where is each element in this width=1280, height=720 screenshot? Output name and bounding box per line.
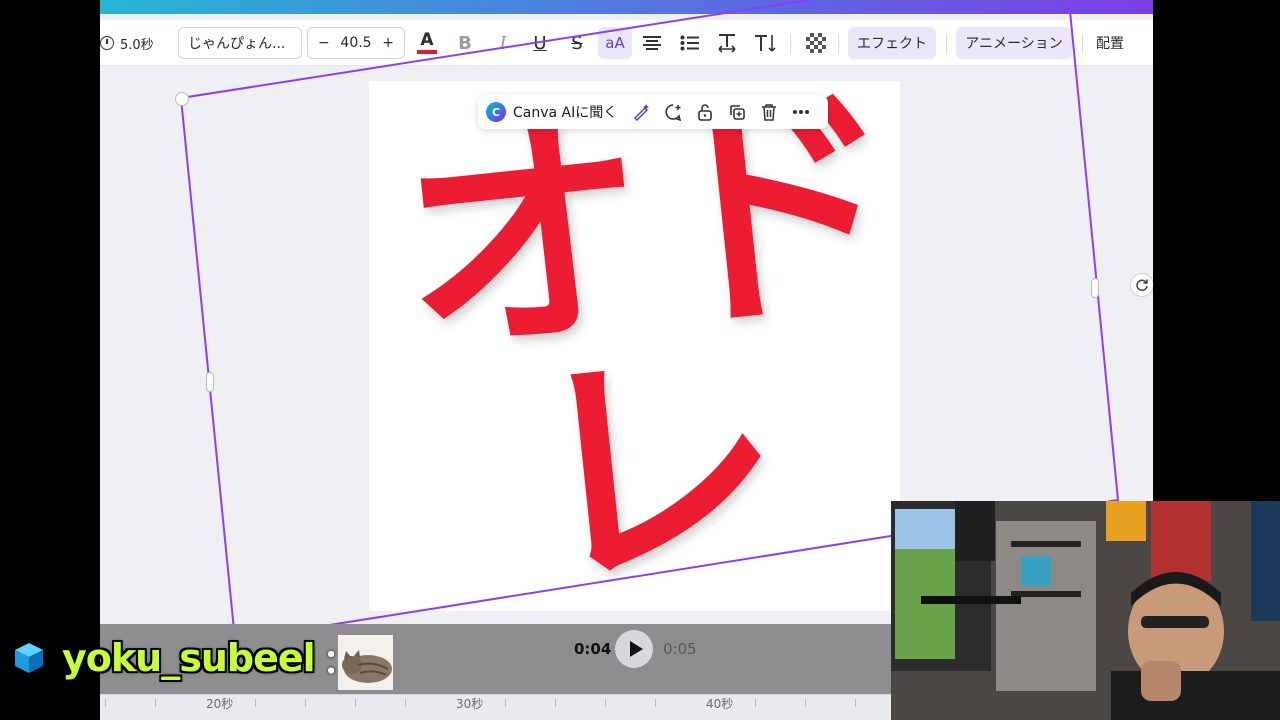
cube-icon [15, 643, 43, 673]
more-options-button[interactable] [785, 96, 817, 128]
comment-add-icon [665, 104, 682, 121]
ruler-tick [305, 699, 306, 707]
canva-ai-icon: C [486, 102, 506, 122]
rotate-icon [1136, 279, 1148, 292]
ruler-tick [505, 699, 506, 707]
chat-username: yoku_subeel [62, 636, 316, 680]
selection-side-handle[interactable] [206, 372, 214, 392]
ruler-tick [555, 699, 556, 707]
ruler-tick [655, 699, 656, 707]
ruler-label: 40秒 [706, 697, 734, 711]
ruler-tick [605, 699, 606, 707]
ruler-tick [355, 699, 356, 707]
magic-pen-icon [634, 104, 650, 121]
ruler-tick [105, 699, 106, 707]
ask-canva-ai-button[interactable]: Canva AIに聞く [513, 102, 617, 122]
trash-icon [762, 104, 777, 121]
delete-button[interactable] [753, 96, 785, 128]
magic-edit-button[interactable] [625, 96, 657, 128]
ruler-tick [255, 699, 256, 707]
cat-sticker-image [338, 635, 393, 690]
more-horizontal-icon [793, 110, 810, 114]
ruler-tick [405, 699, 406, 707]
duplicate-icon [730, 105, 746, 120]
play-button[interactable] [615, 630, 653, 668]
selection-corner-handle[interactable] [175, 92, 189, 106]
selection-side-handle[interactable] [1091, 278, 1099, 298]
lock-icon [698, 104, 713, 121]
duplicate-button[interactable] [721, 96, 753, 128]
element-context-toolbar: C Canva AIに聞く [478, 95, 828, 129]
play-icon [629, 641, 643, 657]
stream-chat-overlay: yoku_subeel ： [12, 636, 357, 682]
ruler-label: 20秒 [206, 697, 234, 711]
total-time: 0:05 [663, 640, 697, 658]
ruler-tick [755, 699, 756, 707]
ruler-label: 30秒 [456, 697, 484, 711]
ruler-tick [155, 699, 156, 707]
lock-button[interactable] [689, 96, 721, 128]
canvas-text-line2[interactable]: レ [515, 312, 794, 628]
rotate-handle[interactable] [1130, 273, 1153, 297]
ruler-tick [855, 699, 856, 707]
comment-button[interactable] [657, 96, 689, 128]
ruler-tick [805, 699, 806, 707]
current-time: 0:04 [574, 640, 612, 658]
cat-photo-icon [338, 635, 393, 690]
webcam-feed [891, 501, 1280, 720]
webcam-scene-image [891, 501, 1280, 720]
